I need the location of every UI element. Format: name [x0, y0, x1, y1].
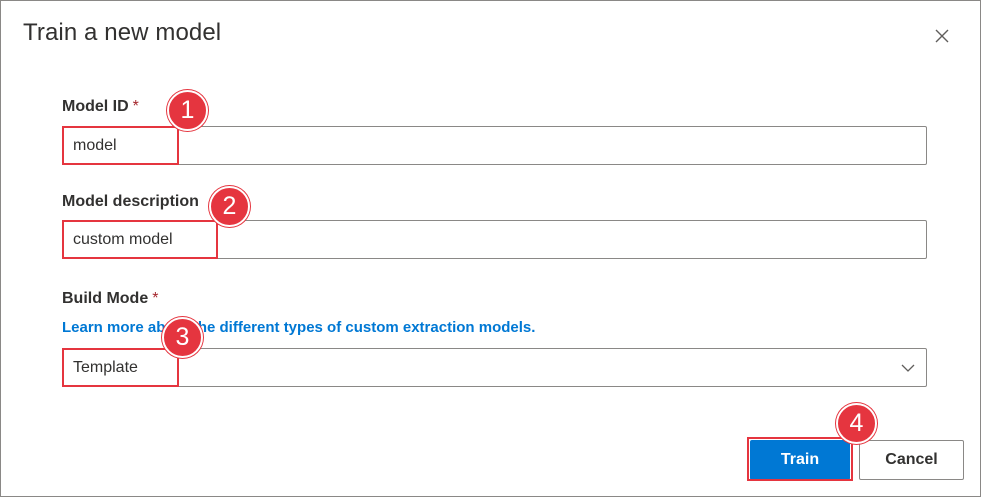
chevron-down-icon [901, 364, 915, 372]
required-asterisk: * [152, 290, 159, 307]
dialog-title: Train a new model [23, 19, 222, 46]
cancel-button[interactable]: Cancel [859, 440, 964, 480]
annotation-badge-1: 1 [167, 90, 208, 131]
required-asterisk: * [132, 98, 139, 115]
build-mode-label: Build Mode * [62, 290, 158, 308]
model-description-input[interactable] [62, 220, 927, 259]
close-icon [935, 29, 949, 43]
model-id-label: Model ID * [62, 98, 139, 116]
build-mode-label-text: Build Mode [62, 290, 149, 307]
model-description-label: Model description [62, 193, 199, 210]
model-id-label-text: Model ID [62, 98, 129, 115]
close-button[interactable] [929, 23, 955, 49]
annotation-badge-4: 4 [836, 403, 877, 444]
annotation-badge-3: 3 [162, 317, 203, 358]
annotation-badge-2: 2 [209, 186, 250, 227]
train-button[interactable]: Train [750, 440, 850, 480]
learn-more-link[interactable]: Learn more about the different types of … [62, 319, 535, 336]
build-mode-selected-value: Template [73, 359, 138, 376]
model-id-input[interactable] [62, 126, 927, 165]
train-model-dialog: Train a new model Model ID* Model descri… [0, 0, 981, 497]
